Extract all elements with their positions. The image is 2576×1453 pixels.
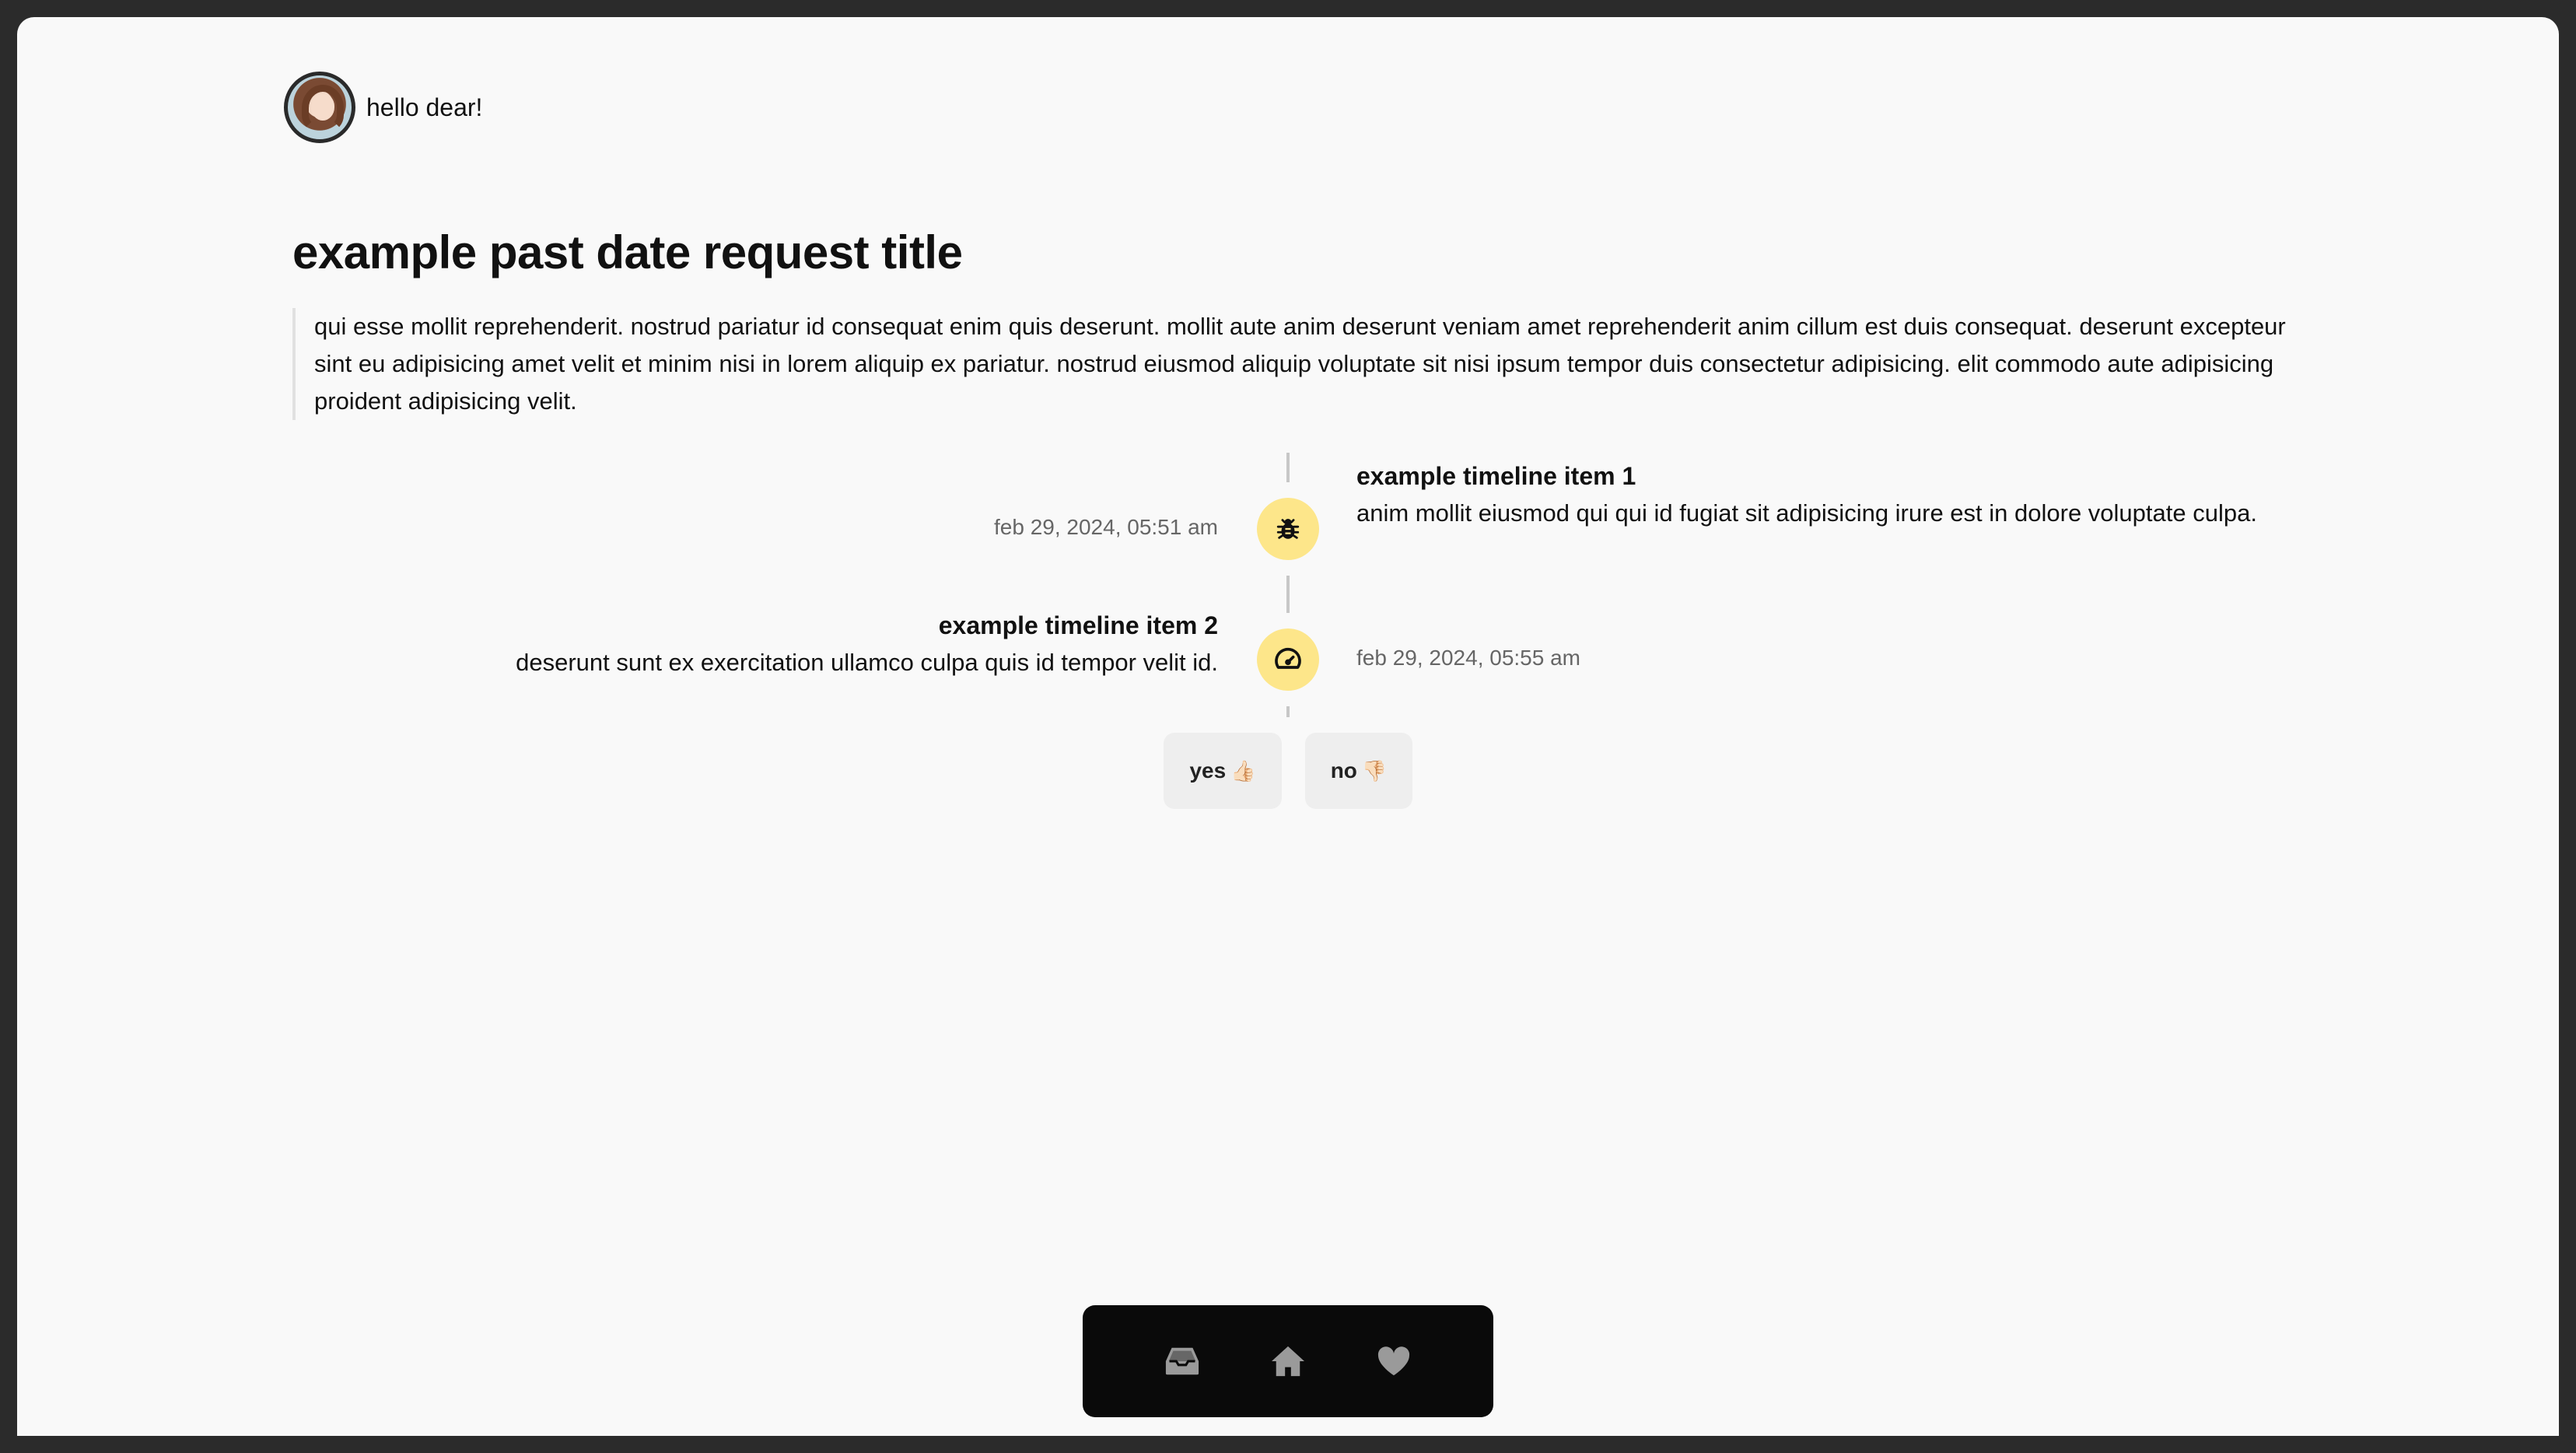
yes-button[interactable]: yes 👍🏻: [1164, 733, 1282, 809]
avatar[interactable]: [284, 72, 355, 143]
timeline-item-description: deserunt sunt ex exercitation ullamco cu…: [516, 649, 1218, 676]
timeline-item-description: anim mollit eiusmod qui qui id fugiat si…: [1356, 499, 2257, 527]
timeline-item-title: example timeline item 2: [938, 611, 1218, 639]
inbox-icon[interactable]: [1159, 1338, 1206, 1385]
request-description: qui esse mollit reprehenderit. nostrud p…: [292, 308, 2315, 420]
greeting-text: hello dear!: [366, 93, 483, 121]
timeline-item-date: feb 29, 2024, 05:51 am: [994, 515, 1218, 539]
home-icon[interactable]: [1265, 1338, 1311, 1385]
no-label: no: [1330, 758, 1357, 783]
yes-label: yes: [1189, 758, 1227, 783]
heart-icon[interactable]: [1370, 1338, 1417, 1385]
page-title: example past date request title: [292, 226, 963, 278]
timeline-item-date: feb 29, 2024, 05:55 am: [1356, 646, 1580, 670]
timeline-line: [1286, 453, 1290, 482]
greeting-header: hello dear!: [284, 72, 482, 143]
timeline-line: [1286, 706, 1290, 717]
timeline-line: [1286, 576, 1290, 613]
timeline-item-title: example timeline item 1: [1356, 462, 1636, 490]
no-button[interactable]: no 👎🏻: [1305, 733, 1412, 809]
timeline-item: example timeline item 1 anim mollit eius…: [1356, 457, 2305, 532]
thumbs-down-icon: 👎🏻: [1361, 758, 1388, 783]
bottom-dock: [1083, 1305, 1493, 1417]
timeline-item: example timeline item 2 deserunt sunt ex…: [207, 607, 1218, 681]
bug-icon: [1257, 498, 1319, 560]
thumbs-up-icon: 👍🏻: [1230, 758, 1256, 783]
app-window: hello dear! example past date request ti…: [17, 17, 2559, 1436]
gauge-icon: [1257, 628, 1319, 691]
